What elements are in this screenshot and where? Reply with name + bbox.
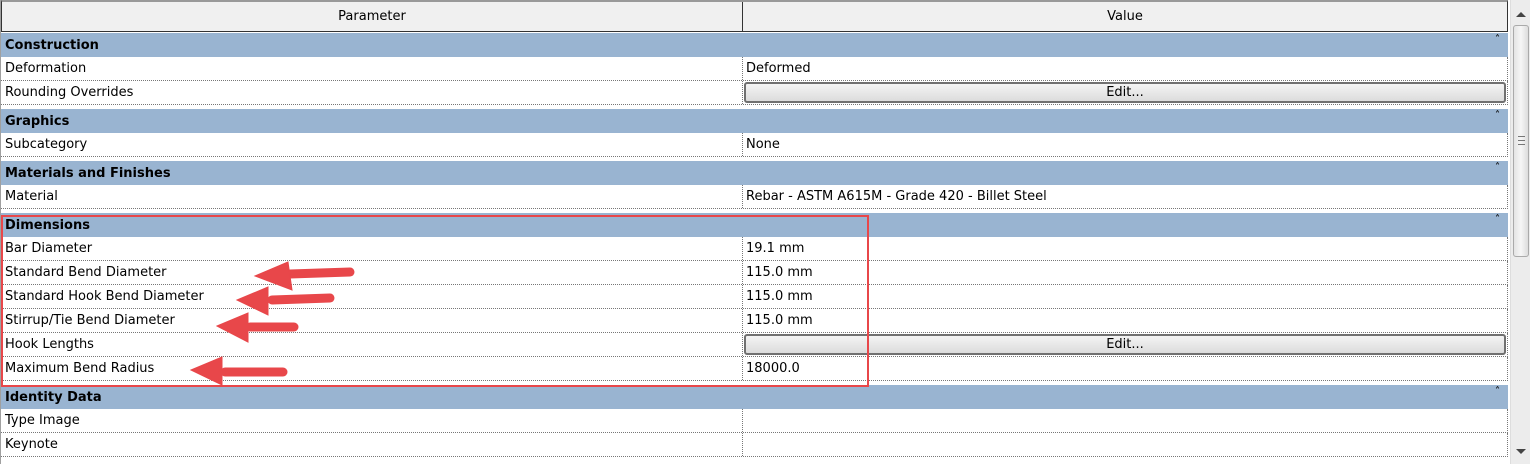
grip-icon [1518,136,1525,145]
collapse-icon[interactable]: ˄ [1495,387,1500,397]
scroll-up-icon[interactable] [1516,12,1526,17]
collapse-icon[interactable]: ˄ [1495,163,1500,173]
arrow-icon [235,286,335,316]
arrow-icon [253,261,355,291]
vertical-scrollbar[interactable] [1510,0,1530,464]
collapse-icon[interactable]: ˄ [1495,111,1500,121]
collapse-icon[interactable]: ˄ [1495,215,1500,225]
scrollbar-thumb[interactable] [1513,25,1529,257]
scroll-down-icon[interactable] [1516,449,1526,454]
annotation-arrows [189,261,355,386]
collapse-icon[interactable]: ˄ [1495,35,1500,45]
arrow-icon [189,356,288,386]
arrow-icon [215,312,299,343]
